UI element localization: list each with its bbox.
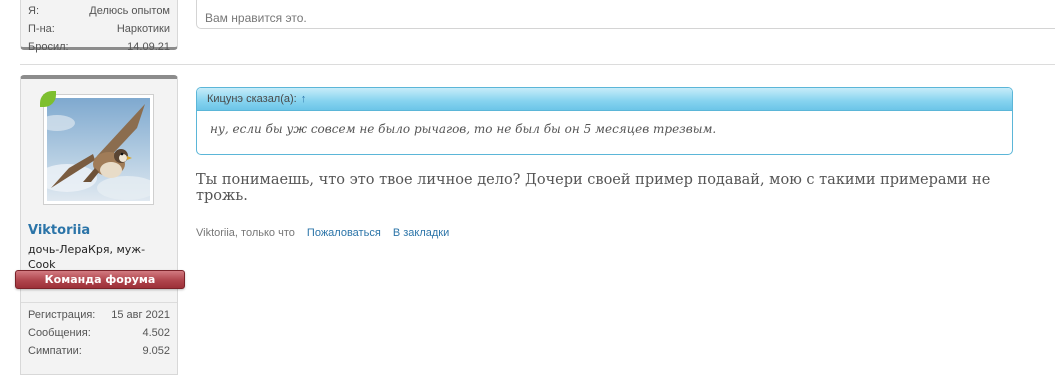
- avatar[interactable]: [43, 94, 154, 205]
- stat-value[interactable]: 4.502: [142, 324, 170, 342]
- user-stat-row: Регистрация: 15 авг 2021: [21, 306, 177, 324]
- post-message: Ты понимаешь, что это твое личное дело? …: [196, 172, 991, 204]
- stat-value: Наркотики: [116, 23, 170, 35]
- quote-text: ну, если бы уж совсем не было рычагов, т…: [210, 122, 717, 136]
- username-link[interactable]: Viktoriia: [28, 223, 90, 238]
- stat-label: П-на:: [28, 23, 55, 35]
- user-title: дочь-ЛераКря, муж-Cook: [28, 243, 146, 271]
- quote-block: Кицунэ сказал(а): ↑ ну, если бы уж совсем…: [196, 87, 1013, 155]
- stat-value: 9.052: [142, 345, 170, 357]
- bookmark-link[interactable]: В закладки: [393, 227, 449, 239]
- post-author-time[interactable]: Viktoriia, только что: [196, 227, 295, 239]
- prev-stat-row: Я: Делюсь опытом: [21, 2, 177, 20]
- falcon-avatar-image: [47, 98, 150, 201]
- user-card: Viktoriia дочь-ЛераКря, муж-Cook Команда…: [15, 75, 185, 375]
- stat-value: 15 авг 2021: [111, 309, 170, 321]
- like-summary-box: Вам нравится это.: [196, 0, 1055, 29]
- stat-label: Бросил:: [28, 41, 69, 53]
- stat-value: Делюсь опытом: [89, 5, 170, 17]
- previous-user-card: Я: Делюсь опытом П-на: Наркотики Бросил:…: [20, 0, 178, 53]
- prev-stat-row: П-на: Наркотики: [21, 20, 177, 38]
- arrow-up-icon[interactable]: ↑: [301, 93, 307, 105]
- user-stat-row: Симпатии: 9.052: [21, 342, 177, 360]
- quote-header: Кицунэ сказал(а): ↑: [197, 88, 1012, 111]
- prev-stat-row: Бросил: 14.09.21: [21, 38, 177, 56]
- stat-label: Симпатии:: [28, 345, 82, 357]
- stat-label: Я:: [28, 5, 39, 17]
- post-meta: Viktoriia, только что Пожаловаться В зак…: [196, 227, 449, 239]
- stat-label: Сообщения:: [28, 327, 91, 339]
- report-link[interactable]: Пожаловаться: [307, 227, 381, 239]
- user-stats: Регистрация: 15 авг 2021 Сообщения: 4.50…: [21, 302, 177, 360]
- stat-label: Регистрация:: [28, 309, 96, 321]
- user-stat-row: Сообщения: 4.502: [21, 324, 177, 342]
- stat-value: 14.09.21: [127, 41, 170, 53]
- message-pointer: [178, 90, 192, 110]
- quote-author: Кицунэ сказал(а):: [207, 93, 297, 105]
- staff-badge: Команда форума: [15, 270, 185, 289]
- post-divider: [20, 64, 1055, 65]
